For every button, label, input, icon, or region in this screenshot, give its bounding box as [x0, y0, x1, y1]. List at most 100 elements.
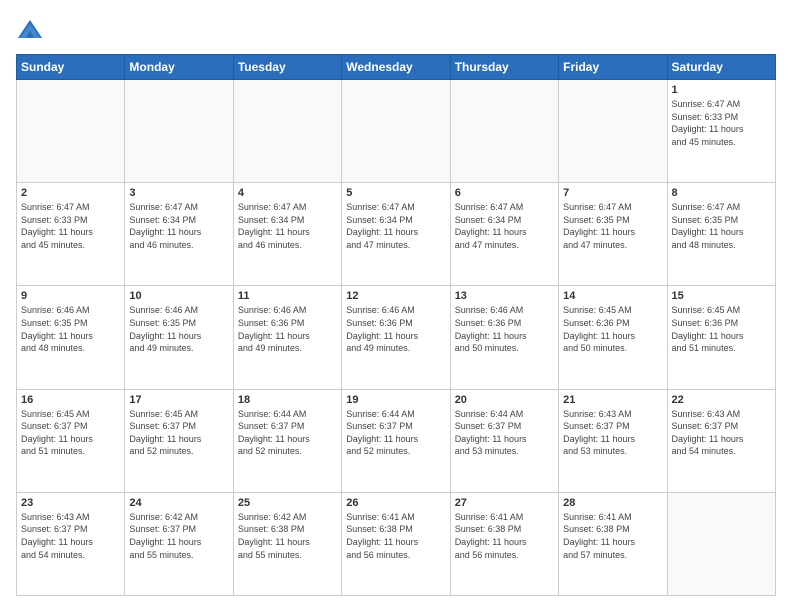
calendar-cell: 8 Sunrise: 6:47 AM Sunset: 6:35 PM Daylig… [667, 183, 775, 286]
calendar-cell [450, 80, 558, 183]
day-info: Sunrise: 6:45 AM Sunset: 6:36 PM Dayligh… [563, 304, 662, 354]
day-info: Sunrise: 6:46 AM Sunset: 6:35 PM Dayligh… [21, 304, 120, 354]
calendar-cell [125, 80, 233, 183]
calendar-cell: 14 Sunrise: 6:45 AM Sunset: 6:36 PM Dayli… [559, 286, 667, 389]
weekday-header-monday: Monday [125, 55, 233, 80]
day-info: Sunrise: 6:44 AM Sunset: 6:37 PM Dayligh… [346, 408, 445, 458]
header [16, 16, 776, 44]
day-info: Sunrise: 6:42 AM Sunset: 6:37 PM Dayligh… [129, 511, 228, 561]
day-number: 12 [346, 290, 445, 302]
weekday-header-row: SundayMondayTuesdayWednesdayThursdayFrid… [17, 55, 776, 80]
day-info: Sunrise: 6:45 AM Sunset: 6:37 PM Dayligh… [21, 408, 120, 458]
calendar-cell: 2 Sunrise: 6:47 AM Sunset: 6:33 PM Daylig… [17, 183, 125, 286]
day-number: 17 [129, 394, 228, 406]
day-info: Sunrise: 6:44 AM Sunset: 6:37 PM Dayligh… [238, 408, 337, 458]
calendar-cell: 16 Sunrise: 6:45 AM Sunset: 6:37 PM Dayli… [17, 389, 125, 492]
day-number: 23 [21, 497, 120, 509]
day-number: 9 [21, 290, 120, 302]
page: SundayMondayTuesdayWednesdayThursdayFrid… [0, 0, 792, 612]
calendar-cell: 1 Sunrise: 6:47 AM Sunset: 6:33 PM Daylig… [667, 80, 775, 183]
day-number: 22 [672, 394, 771, 406]
day-info: Sunrise: 6:45 AM Sunset: 6:37 PM Dayligh… [129, 408, 228, 458]
day-number: 16 [21, 394, 120, 406]
calendar-cell: 18 Sunrise: 6:44 AM Sunset: 6:37 PM Dayli… [233, 389, 341, 492]
calendar-cell: 10 Sunrise: 6:46 AM Sunset: 6:35 PM Dayli… [125, 286, 233, 389]
calendar-cell: 23 Sunrise: 6:43 AM Sunset: 6:37 PM Dayli… [17, 492, 125, 595]
weekday-header-wednesday: Wednesday [342, 55, 450, 80]
day-info: Sunrise: 6:43 AM Sunset: 6:37 PM Dayligh… [21, 511, 120, 561]
day-number: 8 [672, 187, 771, 199]
day-number: 18 [238, 394, 337, 406]
calendar-cell: 7Sunrise: 6:47 AM Sunset: 6:35 PM Daylig… [559, 183, 667, 286]
calendar-cell [17, 80, 125, 183]
calendar-cell: 24 Sunrise: 6:42 AM Sunset: 6:37 PM Dayli… [125, 492, 233, 595]
week-row-4: 23 Sunrise: 6:43 AM Sunset: 6:37 PM Dayli… [17, 492, 776, 595]
day-info: Sunrise: 6:46 AM Sunset: 6:36 PM Dayligh… [346, 304, 445, 354]
calendar-cell: 12 Sunrise: 6:46 AM Sunset: 6:36 PM Dayli… [342, 286, 450, 389]
day-info: Sunrise: 6:43 AM Sunset: 6:37 PM Dayligh… [563, 408, 662, 458]
week-row-3: 16 Sunrise: 6:45 AM Sunset: 6:37 PM Dayli… [17, 389, 776, 492]
logo-icon [16, 16, 44, 44]
day-info: Sunrise: 6:47 AM Sunset: 6:34 PM Dayligh… [129, 201, 228, 251]
day-number: 25 [238, 497, 337, 509]
calendar-cell [342, 80, 450, 183]
calendar-cell: 3 Sunrise: 6:47 AM Sunset: 6:34 PM Daylig… [125, 183, 233, 286]
day-info: Sunrise: 6:47 AM Sunset: 6:33 PM Dayligh… [672, 98, 771, 148]
calendar-cell: 27 Sunrise: 6:41 AM Sunset: 6:38 PM Dayli… [450, 492, 558, 595]
week-row-0: 1 Sunrise: 6:47 AM Sunset: 6:33 PM Daylig… [17, 80, 776, 183]
day-number: 6 [455, 187, 554, 199]
calendar-table: SundayMondayTuesdayWednesdayThursdayFrid… [16, 54, 776, 596]
day-number: 13 [455, 290, 554, 302]
calendar-cell: 11Sunrise: 6:46 AM Sunset: 6:36 PM Dayli… [233, 286, 341, 389]
day-info: Sunrise: 6:41 AM Sunset: 6:38 PM Dayligh… [455, 511, 554, 561]
day-info: Sunrise: 6:46 AM Sunset: 6:36 PM Dayligh… [455, 304, 554, 354]
day-info: Sunrise: 6:45 AM Sunset: 6:36 PM Dayligh… [672, 304, 771, 354]
calendar-cell [667, 492, 775, 595]
weekday-header-tuesday: Tuesday [233, 55, 341, 80]
day-number: 7 [563, 187, 662, 199]
calendar-cell: 4Sunrise: 6:47 AM Sunset: 6:34 PM Daylig… [233, 183, 341, 286]
day-number: 27 [455, 497, 554, 509]
day-number: 1 [672, 84, 771, 96]
day-number: 24 [129, 497, 228, 509]
weekday-header-saturday: Saturday [667, 55, 775, 80]
day-number: 28 [563, 497, 662, 509]
day-info: Sunrise: 6:41 AM Sunset: 6:38 PM Dayligh… [346, 511, 445, 561]
day-info: Sunrise: 6:47 AM Sunset: 6:34 PM Dayligh… [455, 201, 554, 251]
calendar-cell: 9 Sunrise: 6:46 AM Sunset: 6:35 PM Daylig… [17, 286, 125, 389]
calendar-cell: 21 Sunrise: 6:43 AM Sunset: 6:37 PM Dayli… [559, 389, 667, 492]
day-info: Sunrise: 6:47 AM Sunset: 6:35 PM Dayligh… [672, 201, 771, 251]
day-number: 5 [346, 187, 445, 199]
calendar-cell: 17 Sunrise: 6:45 AM Sunset: 6:37 PM Dayli… [125, 389, 233, 492]
weekday-header-sunday: Sunday [17, 55, 125, 80]
day-info: Sunrise: 6:47 AM Sunset: 6:33 PM Dayligh… [21, 201, 120, 251]
day-number: 2 [21, 187, 120, 199]
week-row-2: 9 Sunrise: 6:46 AM Sunset: 6:35 PM Daylig… [17, 286, 776, 389]
calendar-cell: 19 Sunrise: 6:44 AM Sunset: 6:37 PM Dayli… [342, 389, 450, 492]
day-number: 19 [346, 394, 445, 406]
weekday-header-thursday: Thursday [450, 55, 558, 80]
calendar-cell: 13 Sunrise: 6:46 AM Sunset: 6:36 PM Dayli… [450, 286, 558, 389]
day-info: Sunrise: 6:47 AM Sunset: 6:34 PM Dayligh… [346, 201, 445, 251]
calendar-cell: 5 Sunrise: 6:47 AM Sunset: 6:34 PM Daylig… [342, 183, 450, 286]
day-number: 3 [129, 187, 228, 199]
day-number: 10 [129, 290, 228, 302]
day-number: 4 [238, 187, 337, 199]
day-number: 21 [563, 394, 662, 406]
calendar-cell: 6 Sunrise: 6:47 AM Sunset: 6:34 PM Daylig… [450, 183, 558, 286]
weekday-header-friday: Friday [559, 55, 667, 80]
day-info: Sunrise: 6:42 AM Sunset: 6:38 PM Dayligh… [238, 511, 337, 561]
calendar-cell: 28 Sunrise: 6:41 AM Sunset: 6:38 PM Dayli… [559, 492, 667, 595]
calendar-cell [233, 80, 341, 183]
week-row-1: 2 Sunrise: 6:47 AM Sunset: 6:33 PM Daylig… [17, 183, 776, 286]
day-number: 11 [238, 290, 337, 302]
day-number: 15 [672, 290, 771, 302]
calendar-cell: 22Sunrise: 6:43 AM Sunset: 6:37 PM Dayli… [667, 389, 775, 492]
day-info: Sunrise: 6:41 AM Sunset: 6:38 PM Dayligh… [563, 511, 662, 561]
day-number: 20 [455, 394, 554, 406]
day-number: 14 [563, 290, 662, 302]
calendar-cell [559, 80, 667, 183]
day-info: Sunrise: 6:44 AM Sunset: 6:37 PM Dayligh… [455, 408, 554, 458]
day-info: Sunrise: 6:46 AM Sunset: 6:35 PM Dayligh… [129, 304, 228, 354]
day-number: 26 [346, 497, 445, 509]
